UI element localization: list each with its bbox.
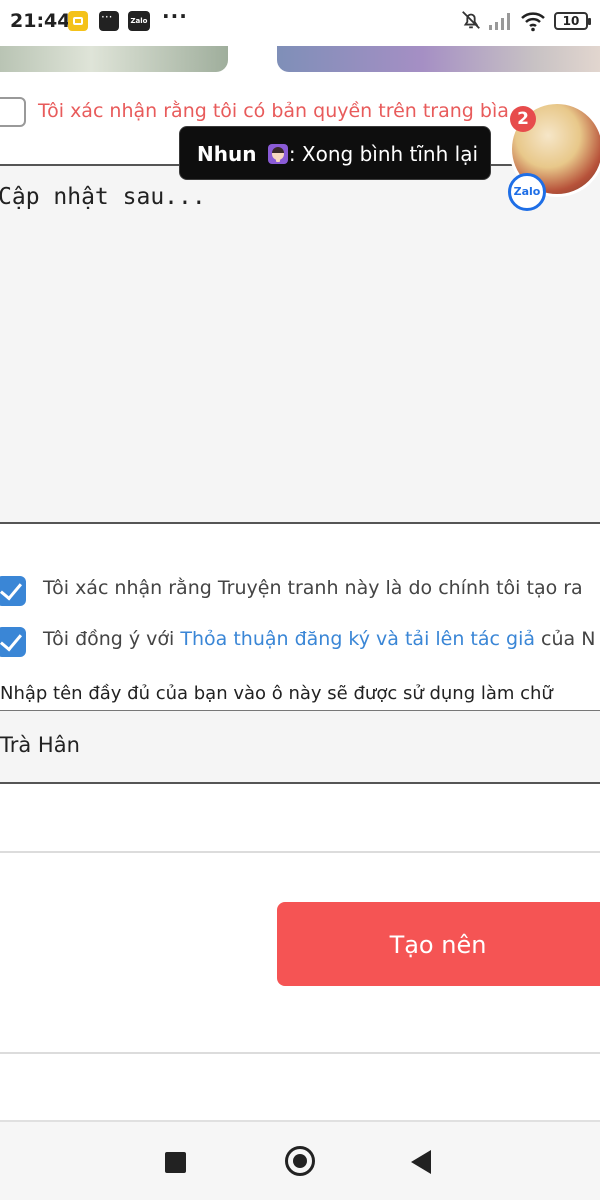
zalo-logo-icon: Zalo — [508, 173, 546, 211]
bell-off-icon — [462, 11, 480, 29]
toast-message: : Xong bình tĩnh lại — [288, 142, 479, 166]
chat-notification-toast[interactable]: Nhun : Xong bình tĩnh lại — [179, 126, 491, 180]
wifi-icon — [521, 12, 545, 32]
back-icon[interactable] — [411, 1150, 431, 1174]
signature-label: Nhập tên đầy đủ của bạn vào ô này sẽ đượ… — [0, 683, 553, 704]
message-icon — [99, 10, 119, 31]
unread-count-badge: 2 — [510, 106, 536, 132]
status-time: 21:44 — [10, 10, 71, 32]
cover-image-square[interactable] — [0, 46, 228, 72]
divider — [0, 1052, 600, 1054]
creator-confirmation-label: Tôi xác nhận rằng Truyện tranh này là do… — [43, 577, 583, 599]
cover-image-strip — [0, 46, 600, 72]
status-bar: 21:44 Zalo ··· 10 — [0, 0, 600, 46]
recent-apps-icon[interactable] — [165, 1152, 186, 1173]
terms-link[interactable]: Thỏa thuận đăng ký và tải lên tác giả — [180, 628, 535, 650]
signature-input[interactable]: Trà Hân — [0, 710, 600, 784]
signature-value: Trà Hân — [0, 733, 80, 757]
copyright-cover-checkbox[interactable] — [0, 97, 26, 127]
zalo-icon: Zalo — [128, 11, 150, 31]
terms-agreement-row: Tôi đồng ý với Thỏa thuận đăng ký và tải… — [0, 625, 600, 659]
system-nav-bar — [0, 1120, 600, 1200]
terms-agreement-checkbox[interactable] — [0, 627, 26, 657]
description-value: Cập nhật sau... — [0, 184, 206, 210]
copyright-cover-label: Tôi xác nhận rằng tôi có bản quyền trên … — [38, 100, 509, 122]
creator-confirmation-row: Tôi xác nhận rằng Truyện tranh này là do… — [0, 574, 600, 608]
divider — [0, 851, 600, 853]
face-palm-emoji-icon — [267, 144, 288, 164]
notification-app-icon — [68, 11, 88, 31]
creator-confirmation-checkbox[interactable] — [0, 576, 26, 606]
cover-image-wide[interactable] — [277, 46, 600, 72]
signal-icon — [489, 13, 510, 30]
home-icon[interactable] — [285, 1146, 315, 1176]
description-textarea[interactable]: Cập nhật sau... — [0, 164, 600, 524]
battery-icon: 10 — [554, 12, 591, 30]
toast-sender: Nhun — [197, 142, 257, 166]
zalo-chat-head[interactable]: 2 Zalo — [507, 101, 600, 211]
terms-suffix: của N — [535, 628, 596, 650]
more-notifications-icon: ··· — [162, 4, 188, 28]
terms-prefix: Tôi đồng ý với — [43, 628, 181, 650]
terms-agreement-label: Tôi đồng ý với Thỏa thuận đăng ký và tải… — [43, 628, 595, 650]
create-button[interactable]: Tạo nên — [277, 902, 600, 986]
